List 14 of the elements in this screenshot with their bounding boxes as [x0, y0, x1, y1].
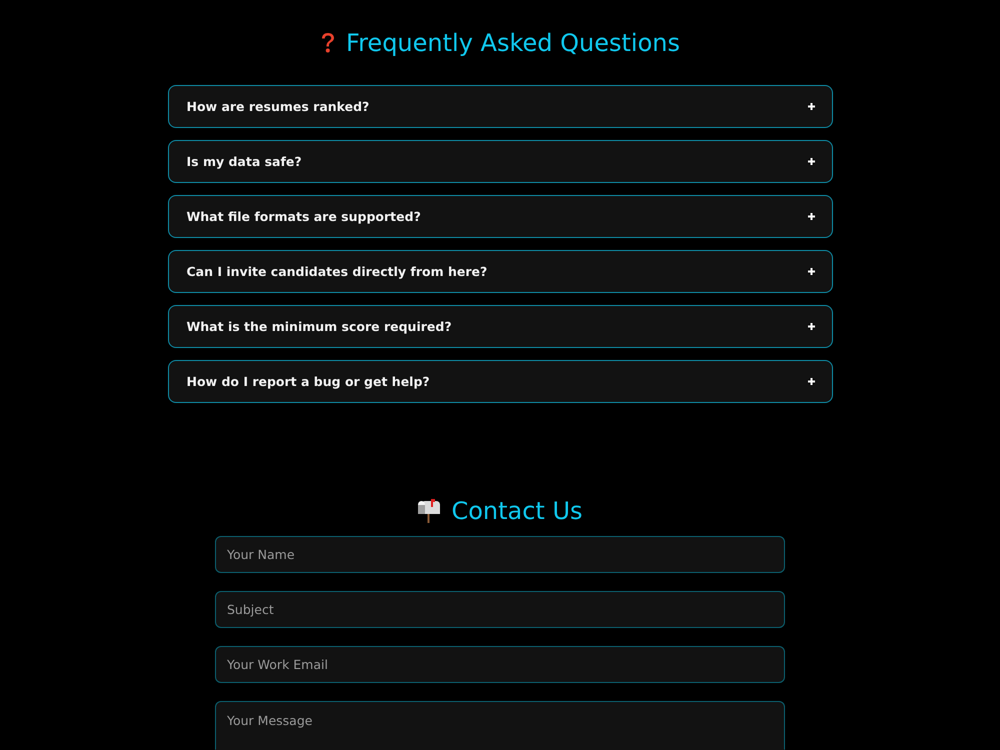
- contact-title: Contact Us: [451, 496, 583, 526]
- faq-question[interactable]: What is the minimum score required?: [168, 305, 832, 348]
- input-field[interactable]: Your Name: [215, 536, 785, 573]
- faq-question[interactable]: What file formats are supported?: [168, 195, 832, 238]
- faq-question[interactable]: How do I report a bug or get help?: [168, 360, 832, 403]
- mailbox-icon: [417, 499, 442, 523]
- input-field[interactable]: Your Work Email: [215, 646, 785, 683]
- faq-question[interactable]: Is my data safe?: [168, 140, 832, 183]
- input-field[interactable]: Subject: [215, 591, 785, 628]
- message-field[interactable]: Your Message: [215, 701, 785, 750]
- question-mark-icon: [320, 32, 336, 54]
- faq-question[interactable]: How are resumes ranked?: [168, 85, 832, 128]
- faq-title: Frequently Asked Questions: [346, 28, 680, 58]
- faq-question[interactable]: Can I invite candidates directly from here?: [168, 250, 832, 293]
